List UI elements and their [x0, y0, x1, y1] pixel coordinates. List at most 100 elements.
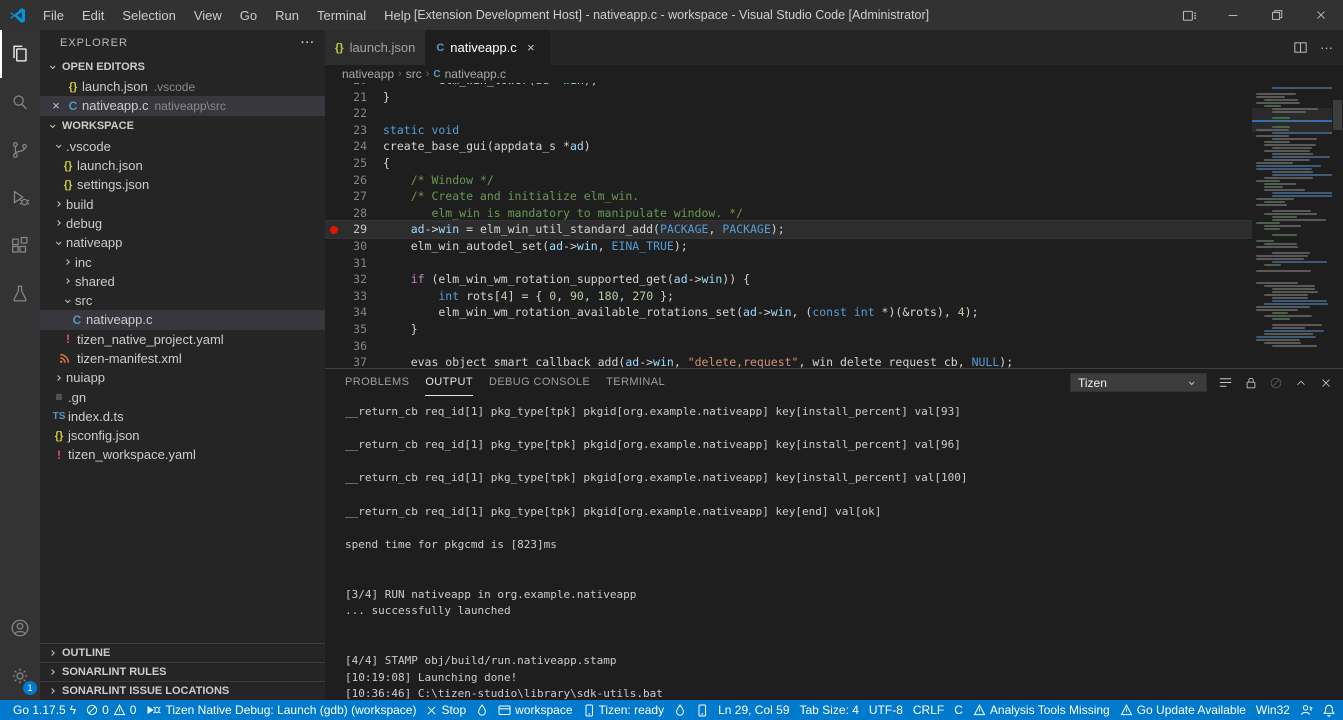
tree-item-nativeapp[interactable]: nativeapp: [40, 233, 325, 252]
run-and-debug-icon[interactable]: [0, 174, 40, 222]
breadcrumb-item[interactable]: nativeapp: [342, 67, 394, 81]
status-flame-right[interactable]: [669, 700, 691, 720]
close-panel-icon[interactable]: [1319, 376, 1333, 390]
tab-launch-json[interactable]: {} launch.json: [325, 30, 426, 65]
tree-item-settings.json[interactable]: {}settings.json: [40, 175, 325, 194]
code-line-26[interactable]: 26 /* Window */: [325, 172, 1252, 189]
menu-terminal[interactable]: Terminal: [308, 8, 375, 23]
status-analysis-warning[interactable]: Analysis Tools Missing: [968, 700, 1115, 720]
tree-item-build[interactable]: build: [40, 194, 325, 213]
status-flame-left[interactable]: [471, 700, 493, 720]
code-line-31[interactable]: 31: [325, 255, 1252, 272]
tree-item-.vscode[interactable]: .vscode: [40, 137, 325, 156]
editor-more-actions-icon[interactable]: ···: [1320, 40, 1333, 55]
code-line-32[interactable]: 32 if (elm_win_wm_rotation_supported_get…: [325, 271, 1252, 288]
tree-item-nativeapp.c[interactable]: Cnativeapp.c: [40, 310, 325, 329]
section-sonarlint-issue-locations[interactable]: SONARLINT ISSUE LOCATIONS: [40, 681, 325, 700]
tab-nativeapp-c[interactable]: C nativeapp.c ×: [426, 30, 549, 65]
panel-tab-problems[interactable]: PROBLEMS: [345, 369, 409, 396]
menu-selection[interactable]: Selection: [113, 8, 184, 23]
minimize-button[interactable]: [1211, 0, 1255, 30]
account-icon[interactable]: [0, 604, 40, 652]
tree-item-.gn[interactable]: ≡.gn: [40, 387, 325, 406]
output-channel-dropdown[interactable]: Tizen: [1070, 373, 1207, 392]
close-tab-icon[interactable]: ×: [523, 40, 539, 55]
close-window-button[interactable]: [1299, 0, 1343, 30]
menu-run[interactable]: Run: [266, 8, 308, 23]
tree-item-tizen-manifest.xml[interactable]: tizen-manifest.xml: [40, 349, 325, 368]
status-device[interactable]: [691, 700, 713, 720]
search-icon[interactable]: [0, 78, 40, 126]
section-sonarlint-rules[interactable]: SONARLINT RULES: [40, 662, 325, 681]
code-line-34[interactable]: 34 elm_win_wm_rotation_available_rotatio…: [325, 304, 1252, 321]
minimap[interactable]: [1252, 83, 1332, 368]
code-line-21[interactable]: 21}: [325, 89, 1252, 106]
extensions-icon[interactable]: [0, 222, 40, 270]
workspace-header[interactable]: WORKSPACE: [40, 116, 325, 137]
tree-item-launch.json[interactable]: {}launch.json: [40, 156, 325, 175]
code-line-36[interactable]: 36: [325, 338, 1252, 355]
editor-scrollbar[interactable]: [1332, 83, 1343, 368]
code-line-23[interactable]: 23static void: [325, 122, 1252, 139]
tree-item-nuiapp[interactable]: nuiapp: [40, 368, 325, 387]
restore-button[interactable]: [1255, 0, 1299, 30]
tree-item-tizen_workspace.yaml[interactable]: !tizen_workspace.yaml: [40, 445, 325, 464]
status-problems[interactable]: 0 0: [81, 700, 141, 720]
status-eol[interactable]: CRLF: [908, 700, 949, 720]
menu-view[interactable]: View: [185, 8, 231, 23]
status-language-mode[interactable]: C: [949, 700, 968, 720]
code-line-29[interactable]: 29 ad->win = elm_win_util_standard_add(P…: [325, 221, 1252, 238]
testing-beaker-icon[interactable]: [0, 270, 40, 318]
tree-item-tizen_native_project.yaml[interactable]: !tizen_native_project.yaml: [40, 330, 325, 349]
source-control-icon[interactable]: [0, 126, 40, 174]
status-notifications[interactable]: [1318, 700, 1340, 720]
status-cursor-position[interactable]: Ln 29, Col 59: [713, 700, 794, 720]
settings-gear-icon[interactable]: 1: [0, 652, 40, 700]
sidebar-more-actions-icon[interactable]: ···: [301, 37, 315, 49]
section-outline[interactable]: OUTLINE: [40, 643, 325, 662]
maximize-panel-icon[interactable]: [1294, 376, 1308, 390]
word-wrap-icon[interactable]: [1218, 375, 1233, 390]
code-line-22[interactable]: 22: [325, 105, 1252, 122]
clear-output-icon[interactable]: [1269, 376, 1283, 390]
code-line-37[interactable]: 37 evas_object_smart_callback_add(ad->wi…: [325, 354, 1252, 368]
open-editor-launch.json[interactable]: {}launch.json.vscode: [40, 77, 325, 96]
code-line-25[interactable]: 25{: [325, 155, 1252, 172]
panel-tab-debug-console[interactable]: DEBUG CONSOLE: [489, 369, 590, 396]
menu-go[interactable]: Go: [231, 8, 266, 23]
breadcrumb-item[interactable]: src: [406, 67, 422, 81]
menu-file[interactable]: File: [34, 8, 73, 23]
split-editor-icon[interactable]: [1293, 40, 1308, 55]
status-tab-size[interactable]: Tab Size: 4: [795, 700, 864, 720]
status-go-update[interactable]: Go Update Available: [1115, 700, 1251, 720]
menu-edit[interactable]: Edit: [73, 8, 113, 23]
code-line-35[interactable]: 35 }: [325, 321, 1252, 338]
status-platform[interactable]: Win32: [1251, 700, 1295, 720]
open-editors-header[interactable]: OPEN EDITORS: [40, 56, 325, 77]
explorer-icon[interactable]: [0, 30, 40, 78]
lock-scroll-icon[interactable]: [1244, 376, 1258, 390]
tree-item-jsconfig.json[interactable]: {}jsconfig.json: [40, 426, 325, 445]
tree-item-debug[interactable]: debug: [40, 214, 325, 233]
tree-item-inc[interactable]: inc: [40, 252, 325, 271]
output-log[interactable]: __return_cb req_id[1] pkg_type[tpk] pkgi…: [325, 396, 1343, 700]
status-encoding[interactable]: UTF-8: [864, 700, 908, 720]
open-editor-nativeapp.c[interactable]: ×Cnativeapp.cnativeapp\src: [40, 96, 325, 115]
status-feedback[interactable]: [1295, 700, 1318, 720]
panel-tab-output[interactable]: OUTPUT: [425, 369, 473, 396]
scrollbar-thumb[interactable]: [1333, 100, 1342, 130]
code-editor[interactable]: 20 elm_win_lower(ad->win);21}2223static …: [325, 83, 1343, 368]
code-line-28[interactable]: 28 elm_win is mandatory to manipulate wi…: [325, 205, 1252, 222]
code-line-30[interactable]: 30 elm_win_autodel_set(ad->win, EINA_TRU…: [325, 238, 1252, 255]
status-debug-launch[interactable]: Tizen Native Debug: Launch (gdb) (worksp…: [141, 700, 421, 720]
status-tizen-ready[interactable]: Tizen: ready: [578, 700, 670, 720]
panel-tab-terminal[interactable]: TERMINAL: [606, 369, 665, 396]
status-workspace[interactable]: workspace: [493, 700, 577, 720]
tree-item-src[interactable]: src: [40, 291, 325, 310]
code-line-33[interactable]: 33 int rots[4] = { 0, 90, 180, 270 };: [325, 288, 1252, 305]
tree-item-shared[interactable]: shared: [40, 272, 325, 291]
status-stop-button[interactable]: Stop: [421, 700, 471, 720]
status-go-version[interactable]: Go 1.17.5ϟ: [8, 700, 81, 720]
code-line-24[interactable]: 24create_base_gui(appdata_s *ad): [325, 138, 1252, 155]
layout-icon[interactable]: [1167, 0, 1211, 30]
